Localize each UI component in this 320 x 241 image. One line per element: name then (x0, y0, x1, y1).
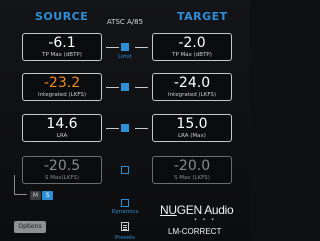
target-integrated-caption: Integrated (LKFS) (167, 92, 217, 98)
connector-line (135, 128, 148, 129)
target-lra-meter[interactable]: 15.0 LRA (Max) (152, 114, 232, 142)
target-tp-max-caption: TP Max (dBTP) (172, 52, 212, 58)
source-s-max-value: -20.5 (43, 158, 81, 174)
source-integrated-meter: -23.2 Integrated (LKFS) (22, 73, 102, 101)
source-tp-max-value: -6.1 (48, 35, 76, 51)
target-lra-caption: LRA (Max) (178, 133, 206, 139)
lra-toggle[interactable] (121, 124, 129, 132)
source-integrated-value: -23.2 (43, 75, 81, 91)
target-tp-max-meter[interactable]: -2.0 TP Max (dBTP) (152, 33, 232, 61)
source-s-max-caption: S Max(LKFS) (44, 175, 80, 181)
connector-line (106, 47, 119, 48)
presets-icon[interactable] (121, 222, 129, 231)
target-integrated-meter[interactable]: -24.0 Integrated (LKFS) (152, 73, 232, 101)
source-lra-value: 14.6 (46, 116, 78, 132)
target-lra-value: 15.0 (176, 116, 208, 132)
dynamics-label: Dynamics (111, 209, 139, 215)
connector-line (135, 47, 148, 48)
target-tp-max-value: -2.0 (178, 35, 206, 51)
source-lra-caption: LRA (56, 133, 68, 139)
dynamics-toggle[interactable] (121, 199, 129, 207)
product-name: LM-CORRECT (168, 227, 222, 236)
target-integrated-value: -24.0 (173, 75, 211, 91)
logo-dots: • • • (194, 217, 217, 223)
s-max-toggle[interactable] (121, 166, 129, 174)
target-s-max-value: -20.0 (173, 158, 211, 174)
target-s-max-meter[interactable]: -20.0 S Max (LKFS) (152, 156, 232, 184)
connector-line (106, 87, 119, 88)
nugen-logo: NUGEN Audio (160, 203, 234, 217)
source-s-max-meter: -20.5 S Max(LKFS) (22, 156, 102, 184)
lm-correct-window: SOURCE TARGET ATSC A/85 -6.1 TP Max (dBT… (0, 0, 250, 241)
brand-part3: Audio (201, 203, 234, 217)
mode-bracket (14, 175, 27, 195)
standard-label: ATSC A/85 (106, 18, 144, 26)
limit-toggle[interactable] (121, 43, 129, 51)
source-integrated-caption: Integrated (LKFS) (37, 92, 87, 98)
s-mode-button[interactable]: S (42, 191, 53, 200)
source-lra-meter: 14.6 LRA (22, 114, 102, 142)
m-mode-button[interactable]: M (30, 191, 41, 200)
target-s-max-caption: S Max (LKFS) (174, 175, 210, 181)
brand-part2: GEN (176, 203, 202, 217)
connector-line (106, 128, 119, 129)
options-button[interactable]: Options (14, 221, 46, 233)
connector-line (135, 87, 148, 88)
brand-part1: NU (160, 203, 177, 217)
presets-label[interactable]: Presets (85, 235, 165, 241)
integrated-toggle[interactable] (121, 83, 129, 91)
